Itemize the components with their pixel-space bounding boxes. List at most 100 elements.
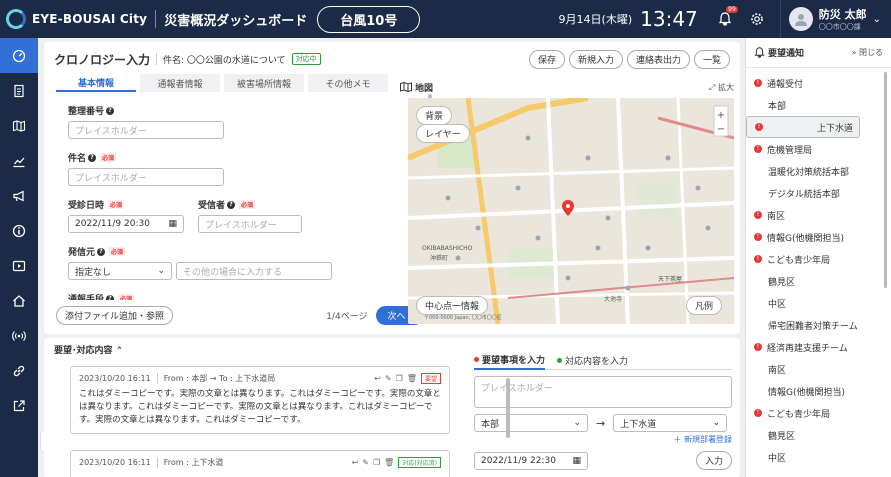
edit-icon[interactable]: ✎ xyxy=(362,458,369,467)
map-legend-button[interactable]: 凡例 xyxy=(686,296,723,315)
map-layer-button[interactable]: レイヤー xyxy=(416,124,470,143)
notification-item[interactable]: 温暖化対策統括本部 xyxy=(746,160,891,182)
request-card[interactable]: 2023/10/20 16:11 From : 上下水道 ↩ ✎ ❐ 🗑 対応(… xyxy=(70,450,450,477)
requests-panel: 要望･対応内容 ⌃ 2023/10/20 16:11 From : 本部 → T… xyxy=(44,338,740,477)
new-department-link[interactable]: ＋ 新規部署登録 xyxy=(474,434,732,445)
request-card[interactable]: 2023/10/20 16:11 From : 本部 → To : 上下水道局 … xyxy=(70,366,450,434)
notification-item[interactable]: 中区 xyxy=(746,446,891,468)
tab-enter-response[interactable]: 対応内容を入力 xyxy=(557,354,628,367)
help-icon[interactable]: ? xyxy=(106,106,115,115)
svg-text:−: − xyxy=(717,124,725,135)
nav-broadcast[interactable] xyxy=(0,318,38,353)
number-input[interactable]: プレイスホルダー xyxy=(68,121,224,139)
reply-icon[interactable]: ↩ xyxy=(352,458,359,467)
chevron-down-icon[interactable]: ⌄ xyxy=(873,14,881,25)
source-value: 指定なし xyxy=(75,267,112,278)
notification-item[interactable]: 中区 xyxy=(746,292,891,314)
to-select[interactable]: 上下水道 ⌄ xyxy=(613,414,728,432)
source-other-input[interactable]: その他の場合に入力する xyxy=(176,262,332,280)
tab-basic-info[interactable]: 基本情報 xyxy=(56,74,136,92)
nav-map[interactable] xyxy=(0,108,38,143)
notification-item[interactable]: 鶴見区 xyxy=(746,424,891,446)
tab-reporter-info[interactable]: 通報者情報 xyxy=(140,74,220,92)
map-background-button[interactable]: 背景 xyxy=(416,106,453,125)
submit-button[interactable]: 入力 xyxy=(695,451,732,470)
request-card-actions: ↩ ✎ ❐ 🗑 要望 xyxy=(374,373,441,384)
nav-chart[interactable] xyxy=(0,143,38,178)
notification-item[interactable]: デジタル統括本部 xyxy=(746,182,891,204)
notification-item[interactable]: ! 危機管理局 xyxy=(746,138,891,160)
copy-icon[interactable]: ❐ xyxy=(396,374,403,383)
calendar-icon[interactable]: ▦ xyxy=(572,456,581,466)
new-entry-button[interactable]: 新規入力 xyxy=(568,49,623,69)
export-contact-button[interactable]: 連絡表出力 xyxy=(626,49,690,69)
save-button[interactable]: 保存 xyxy=(528,49,565,69)
nav-documents[interactable] xyxy=(0,73,38,108)
map-icon xyxy=(12,119,26,132)
tab-enter-request[interactable]: 要望事項を入力 xyxy=(474,352,546,370)
avatar[interactable] xyxy=(788,7,813,31)
settings-button[interactable] xyxy=(744,6,770,32)
user-info[interactable]: 防災 太郎 〇〇市〇〇課 xyxy=(819,6,867,32)
nav-dashboard[interactable] xyxy=(0,38,38,73)
disaster-selector[interactable]: 台風10号 xyxy=(317,5,421,33)
notification-item[interactable]: ! 南区 xyxy=(746,204,891,226)
close-panel-button[interactable]: » 閉じる xyxy=(852,47,883,58)
required-badge: 必須 xyxy=(108,200,125,209)
map-center-info-button[interactable]: 中心点一情報 xyxy=(416,296,489,315)
notification-item[interactable]: ! こども青少年局 xyxy=(746,402,891,424)
notification-item[interactable]: ! 上下水道 xyxy=(746,116,860,138)
chevron-down-icon: ⌄ xyxy=(573,418,581,428)
tab-damage-location[interactable]: 被害場所情報 xyxy=(224,74,304,92)
notification-item[interactable]: ! 通報受付 xyxy=(746,72,891,94)
help-icon[interactable]: ? xyxy=(227,200,236,209)
edit-icon[interactable]: ✎ xyxy=(385,374,392,383)
notification-item[interactable]: ! 情報G(他機関担当) xyxy=(746,226,891,248)
received-at-input[interactable]: 2022/11/9 20:30 ▦ xyxy=(68,215,184,233)
nav-shelter[interactable] xyxy=(0,283,38,318)
notification-item[interactable]: 鶴見区 xyxy=(746,270,891,292)
subject-input[interactable]: プレイスホルダー xyxy=(68,168,224,186)
method-label: 通報手段 xyxy=(68,295,105,300)
nav-external[interactable] xyxy=(0,388,38,423)
map-view[interactable]: + − OKIBABASHICHO 沖鉄町 天下茶屋 大池寺 〒000-0000… xyxy=(408,98,734,324)
delete-icon[interactable]: 🗑 xyxy=(407,374,417,383)
notification-bell-button[interactable]: 99 xyxy=(712,6,738,32)
notification-item[interactable]: 南区 xyxy=(746,358,891,380)
help-icon[interactable]: ? xyxy=(88,153,97,162)
reply-icon[interactable]: ↩ xyxy=(374,374,381,383)
nav-announcement[interactable] xyxy=(0,178,38,213)
delete-icon[interactable]: 🗑 xyxy=(384,458,394,467)
map-expand-button[interactable]: ⤢ 拡大 xyxy=(709,82,734,93)
tab-other-memo[interactable]: その他メモ xyxy=(308,74,388,92)
request-entry-tabs: 要望事項を入力 対応内容を入力 xyxy=(474,352,732,370)
notification-item[interactable]: 帰宅困難者対策チーム xyxy=(746,314,891,336)
notification-item[interactable]: ! 経済再建支援チーム xyxy=(746,336,891,358)
request-textarea[interactable]: プレイスホルダー xyxy=(474,376,732,408)
request-entry-form: 要望事項を入力 対応内容を入力 プレイスホルダー 本部 ⌄ → 上下水道 ⌄ ＋ 新… xyxy=(474,352,732,470)
notification-item[interactable]: 情報G(他機関担当) xyxy=(746,380,891,402)
calendar-icon[interactable]: ▦ xyxy=(168,219,177,229)
help-icon[interactable]: ? xyxy=(106,294,115,300)
from-select[interactable]: 本部 ⌄ xyxy=(474,414,588,432)
copy-icon[interactable]: ❐ xyxy=(373,458,380,467)
notification-scrollbar[interactable] xyxy=(884,72,887,288)
requests-title[interactable]: 要望･対応内容 ⌃ xyxy=(54,343,123,356)
app-logo[interactable]: EYE-BOUSAI City xyxy=(6,9,147,29)
nav-video[interactable] xyxy=(0,248,38,283)
nav-links[interactable] xyxy=(0,353,38,388)
tab-enter-response-label: 対応内容を入力 xyxy=(565,357,629,367)
attach-file-button[interactable]: 添付ファイル追加・参照 xyxy=(56,305,174,325)
source-select[interactable]: 指定なし ⌄ xyxy=(68,262,172,280)
notification-item[interactable]: ! こども青少年局 xyxy=(746,248,891,270)
request-card-header: 2023/10/20 16:11 From : 上下水道 ↩ ✎ ❐ 🗑 対応(… xyxy=(79,457,441,468)
list-button[interactable]: 一覧 xyxy=(693,49,730,69)
required-badge: 必須 xyxy=(100,153,117,162)
request-datetime-input[interactable]: 2022/11/9 22:30 ▦ xyxy=(474,451,588,470)
alert-dot-icon: ! xyxy=(754,145,762,153)
notification-header: 要望通知 » 閉じる xyxy=(746,38,891,68)
notification-item[interactable]: 本部 xyxy=(746,94,891,116)
help-icon[interactable]: ? xyxy=(97,247,106,256)
nav-info[interactable] xyxy=(0,213,38,248)
receiver-input[interactable]: プレイスホルダー xyxy=(198,215,302,233)
